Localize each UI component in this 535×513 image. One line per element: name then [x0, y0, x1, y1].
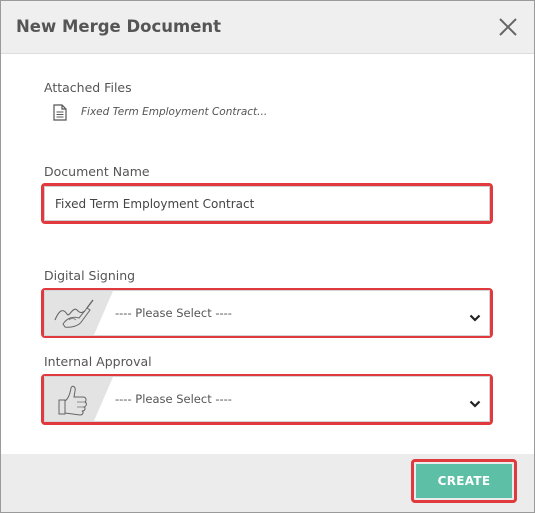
document-name-input[interactable]	[44, 186, 490, 221]
attached-file-name: Fixed Term Employment Contract...	[81, 106, 268, 118]
digital-signing-select[interactable]: ---- Please Select ----	[44, 290, 490, 336]
chevron-down-icon	[469, 308, 481, 322]
document-icon	[53, 104, 67, 121]
internal-approval-label: Internal Approval	[44, 354, 152, 369]
dialog-title: New Merge Document	[16, 17, 222, 36]
attached-files-label: Attached Files	[44, 80, 132, 95]
digital-signing-selected: ---- Please Select ----	[115, 306, 232, 320]
new-merge-document-dialog: New Merge Document Attached Files Fixed …	[0, 0, 535, 513]
internal-approval-selected: ---- Please Select ----	[115, 392, 232, 406]
close-icon[interactable]	[496, 14, 520, 40]
signature-pen-icon	[45, 291, 113, 335]
dialog-header: New Merge Document	[1, 1, 534, 54]
thumbs-up-icon	[45, 377, 113, 421]
internal-approval-select[interactable]: ---- Please Select ----	[44, 376, 490, 422]
chevron-down-icon	[469, 394, 481, 408]
digital-signing-label: Digital Signing	[44, 268, 136, 283]
create-button[interactable]: CREATE	[416, 464, 512, 498]
document-name-label: Document Name	[44, 164, 150, 179]
